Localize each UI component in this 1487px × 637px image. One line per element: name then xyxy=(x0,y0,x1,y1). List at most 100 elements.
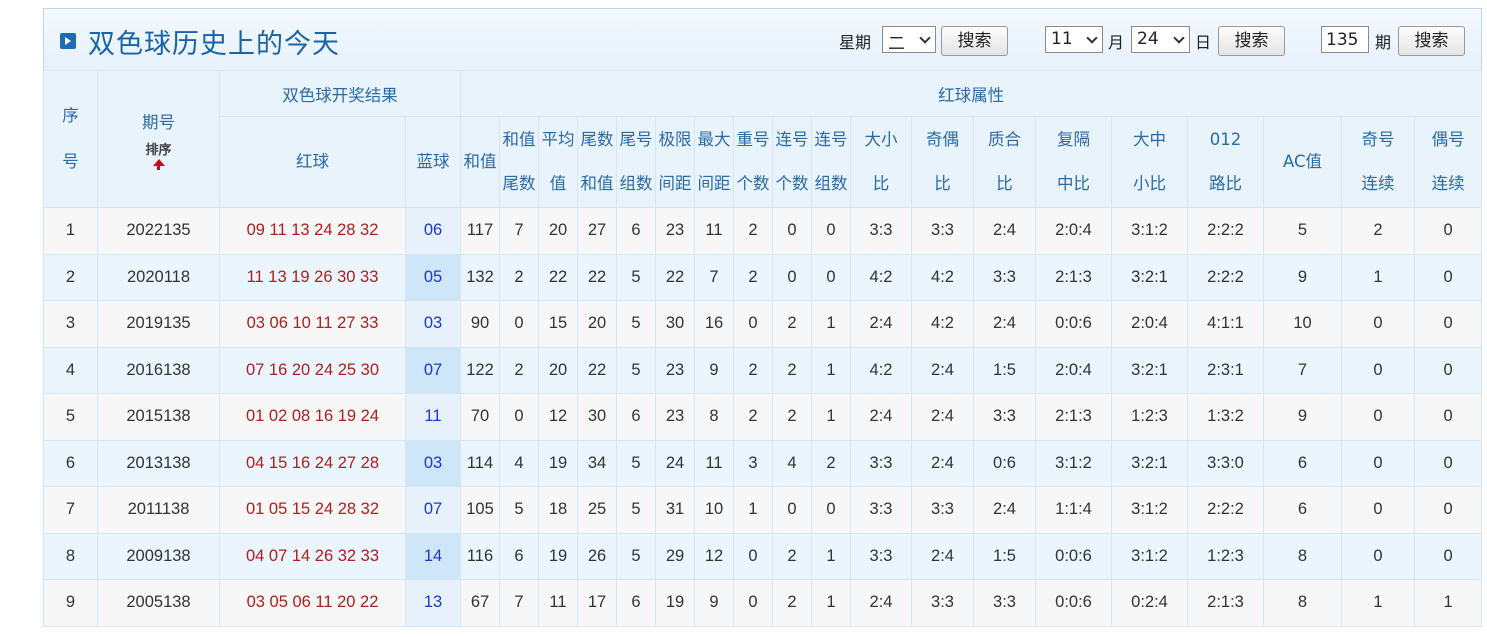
table-cell: 24 xyxy=(655,439,695,487)
table-cell: 10 xyxy=(694,486,734,534)
month-select[interactable]: 11 xyxy=(1045,26,1103,53)
table-cell: 3:3 xyxy=(973,393,1036,441)
table-cell: 1 xyxy=(733,486,773,534)
table-cell: 1 xyxy=(1413,579,1482,627)
table-cell: 0 xyxy=(772,486,812,534)
table-cell: 2011138 xyxy=(97,486,220,534)
col-sum: 和值 xyxy=(460,116,500,208)
table-cell: 1 xyxy=(43,207,98,255)
date-search-button[interactable]: 搜索 xyxy=(1218,26,1285,56)
day-select[interactable]: 24 xyxy=(1131,26,1190,53)
table-cell: 1:2:3 xyxy=(1111,393,1188,441)
weekday-search-button[interactable]: 搜索 xyxy=(941,26,1008,56)
table-cell: 8 xyxy=(694,393,734,441)
table-cell: 6 xyxy=(616,207,656,255)
table-cell: 3:2:1 xyxy=(1111,346,1188,394)
red-balls-cell: 04 15 16 24 27 28 xyxy=(219,439,406,487)
table-row: 5 2015138 01 02 08 16 19 24 11 70 0 12 30 6 23 8 2 2… xyxy=(43,393,1482,441)
table-cell: 20 xyxy=(538,207,578,255)
table-cell: 0 xyxy=(1341,486,1415,534)
table-cell: 2:4 xyxy=(973,300,1036,348)
table-cell: 2020118 xyxy=(97,253,220,301)
col-issue[interactable]: 期号 排序 xyxy=(97,70,220,208)
weekday-value: 二 xyxy=(888,34,905,54)
table-cell: 2:4 xyxy=(911,439,974,487)
table-cell: 2:4 xyxy=(850,393,912,441)
table-cell: 2005138 xyxy=(97,579,220,627)
table-cell: 0 xyxy=(772,253,812,301)
table-cell: 0 xyxy=(811,253,851,301)
table-cell: 16 xyxy=(694,300,734,348)
table-cell: 1 xyxy=(811,532,851,580)
table-cell: 3:3 xyxy=(850,486,912,534)
table-cell: 22 xyxy=(577,346,617,394)
table-cell: 22 xyxy=(577,253,617,301)
table-cell: 67 xyxy=(460,579,500,627)
table-cell: 132 xyxy=(460,253,500,301)
table-cell: 4:1:1 xyxy=(1187,300,1264,348)
table-cell: 3 xyxy=(43,300,98,348)
table-cell: 25 xyxy=(577,486,617,534)
table-cell: 0 xyxy=(1413,486,1482,534)
table-cell: 11 xyxy=(694,439,734,487)
col-max-gap: 最大 间距 xyxy=(694,116,734,208)
table-cell: 20 xyxy=(538,346,578,394)
table-cell: 12 xyxy=(694,532,734,580)
table-cell: 7 xyxy=(1263,346,1342,394)
table-cell: 4 xyxy=(43,346,98,394)
table-cell: 2 xyxy=(733,346,773,394)
col-red: 红球 xyxy=(219,116,406,208)
table-row: 2 2020118 11 13 19 26 30 33 05 132 2 22 22 5 22 7 2… xyxy=(43,253,1482,301)
chevron-down-icon xyxy=(1173,32,1185,44)
blue-ball-cell: 07 xyxy=(405,346,461,394)
table-cell: 0:0:6 xyxy=(1035,579,1112,627)
table-cell: 1:1:4 xyxy=(1035,486,1112,534)
table-cell: 9 xyxy=(1263,393,1342,441)
table-cell: 23 xyxy=(655,346,695,394)
table-cell: 122 xyxy=(460,346,500,394)
history-table: 序 号 期号 排序 双色球开奖结果 红球属性 红球 蓝球 和值 和值 尾数 平均值… xyxy=(43,70,1482,627)
table-cell: 11 xyxy=(538,579,578,627)
table-cell: 5 xyxy=(43,393,98,441)
issue-input[interactable]: 135 xyxy=(1321,26,1369,53)
table-cell: 1:5 xyxy=(973,532,1036,580)
table-cell: 0 xyxy=(772,207,812,255)
red-balls-cell: 04 07 14 26 32 33 xyxy=(219,532,406,580)
table-row: 4 2016138 07 16 20 24 25 30 07 122 2 20 22 5 23 9 2… xyxy=(43,346,1482,394)
col-oddeven: 奇偶比 xyxy=(911,116,974,208)
sort-label[interactable]: 排序 xyxy=(98,143,219,159)
table-cell: 3:1:2 xyxy=(1111,486,1188,534)
issue-search-button[interactable]: 搜索 xyxy=(1398,26,1465,56)
table-cell: 27 xyxy=(577,207,617,255)
table-cell: 2:4 xyxy=(911,393,974,441)
table-cell: 2 xyxy=(733,253,773,301)
weekday-select[interactable]: 二 xyxy=(882,26,936,54)
table-cell: 2:0:4 xyxy=(1111,300,1188,348)
table-cell: 18 xyxy=(538,486,578,534)
table-cell: 4:2 xyxy=(850,253,912,301)
table-cell: 0 xyxy=(499,300,539,348)
table-cell: 2022135 xyxy=(97,207,220,255)
col-group-result: 双色球开奖结果 xyxy=(219,70,461,117)
table-cell: 2:2:2 xyxy=(1187,486,1264,534)
month-value: 11 xyxy=(1051,29,1073,49)
table-cell: 3:3 xyxy=(973,579,1036,627)
col-even-consec: 偶号 连续 xyxy=(1413,116,1482,208)
table-cell: 5 xyxy=(616,486,656,534)
table-cell: 0 xyxy=(1341,532,1415,580)
table-cell: 2:4 xyxy=(911,346,974,394)
table-cell: 114 xyxy=(460,439,500,487)
table-cell: 2:4 xyxy=(850,300,912,348)
table-row: 7 2011138 01 05 15 24 28 32 07 105 5 18 25 5 31 10… xyxy=(43,486,1482,534)
day-label: 日 xyxy=(1195,33,1212,52)
red-balls-cell: 01 02 08 16 19 24 xyxy=(219,393,406,441)
table-cell: 0 xyxy=(1413,300,1482,348)
table-cell: 3 xyxy=(733,439,773,487)
table-cell: 0 xyxy=(1413,253,1482,301)
table-cell: 6 xyxy=(1263,486,1342,534)
col-repeat: 重号 个数 xyxy=(733,116,773,208)
weekday-label: 星期 xyxy=(839,33,872,52)
col-road: 012 路比 xyxy=(1187,116,1264,208)
table-cell: 8 xyxy=(43,532,98,580)
table-cell: 5 xyxy=(616,346,656,394)
